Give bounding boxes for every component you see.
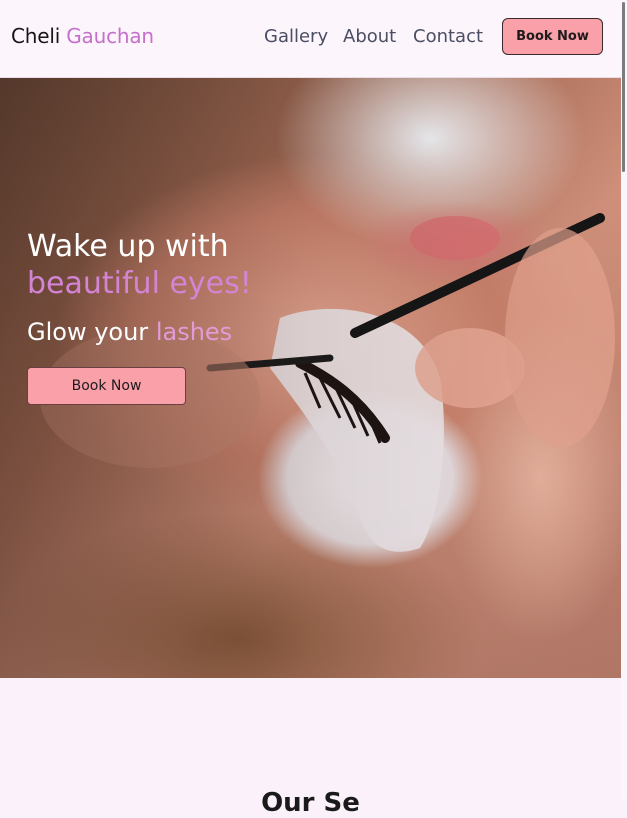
nav-link-gallery[interactable]: Gallery	[264, 26, 328, 47]
brand-first-name: Cheli	[11, 24, 61, 48]
top-navbar: Cheli Gauchan Gallery About Contact Book…	[0, 0, 621, 78]
hero-subtitle-accent: lashes	[155, 318, 233, 346]
hero-book-now-button[interactable]: Book Now	[27, 367, 186, 405]
hero-subtitle-plain: Glow your	[27, 318, 149, 346]
nav-book-now-button[interactable]: Book Now	[502, 18, 603, 55]
hero-title-line2: beautiful eyes!	[27, 266, 252, 301]
page-scrollbar[interactable]	[621, 0, 627, 799]
hero-banner: Wake up with beautiful eyes! Glow your l…	[0, 78, 621, 678]
brand-last-name: Gauchan	[66, 24, 154, 48]
hero-title-line1: Wake up with	[27, 229, 229, 264]
hero-subtitle: Glow your lashes	[27, 318, 232, 346]
brand-logo[interactable]: Cheli Gauchan	[11, 24, 154, 48]
nav-link-contact[interactable]: Contact	[413, 26, 483, 47]
nav-link-about[interactable]: About	[343, 26, 396, 47]
section-heading: Our Se	[261, 788, 360, 818]
scrollbar-thumb[interactable]	[622, 2, 625, 172]
hero-title: Wake up with beautiful eyes!	[27, 228, 252, 302]
